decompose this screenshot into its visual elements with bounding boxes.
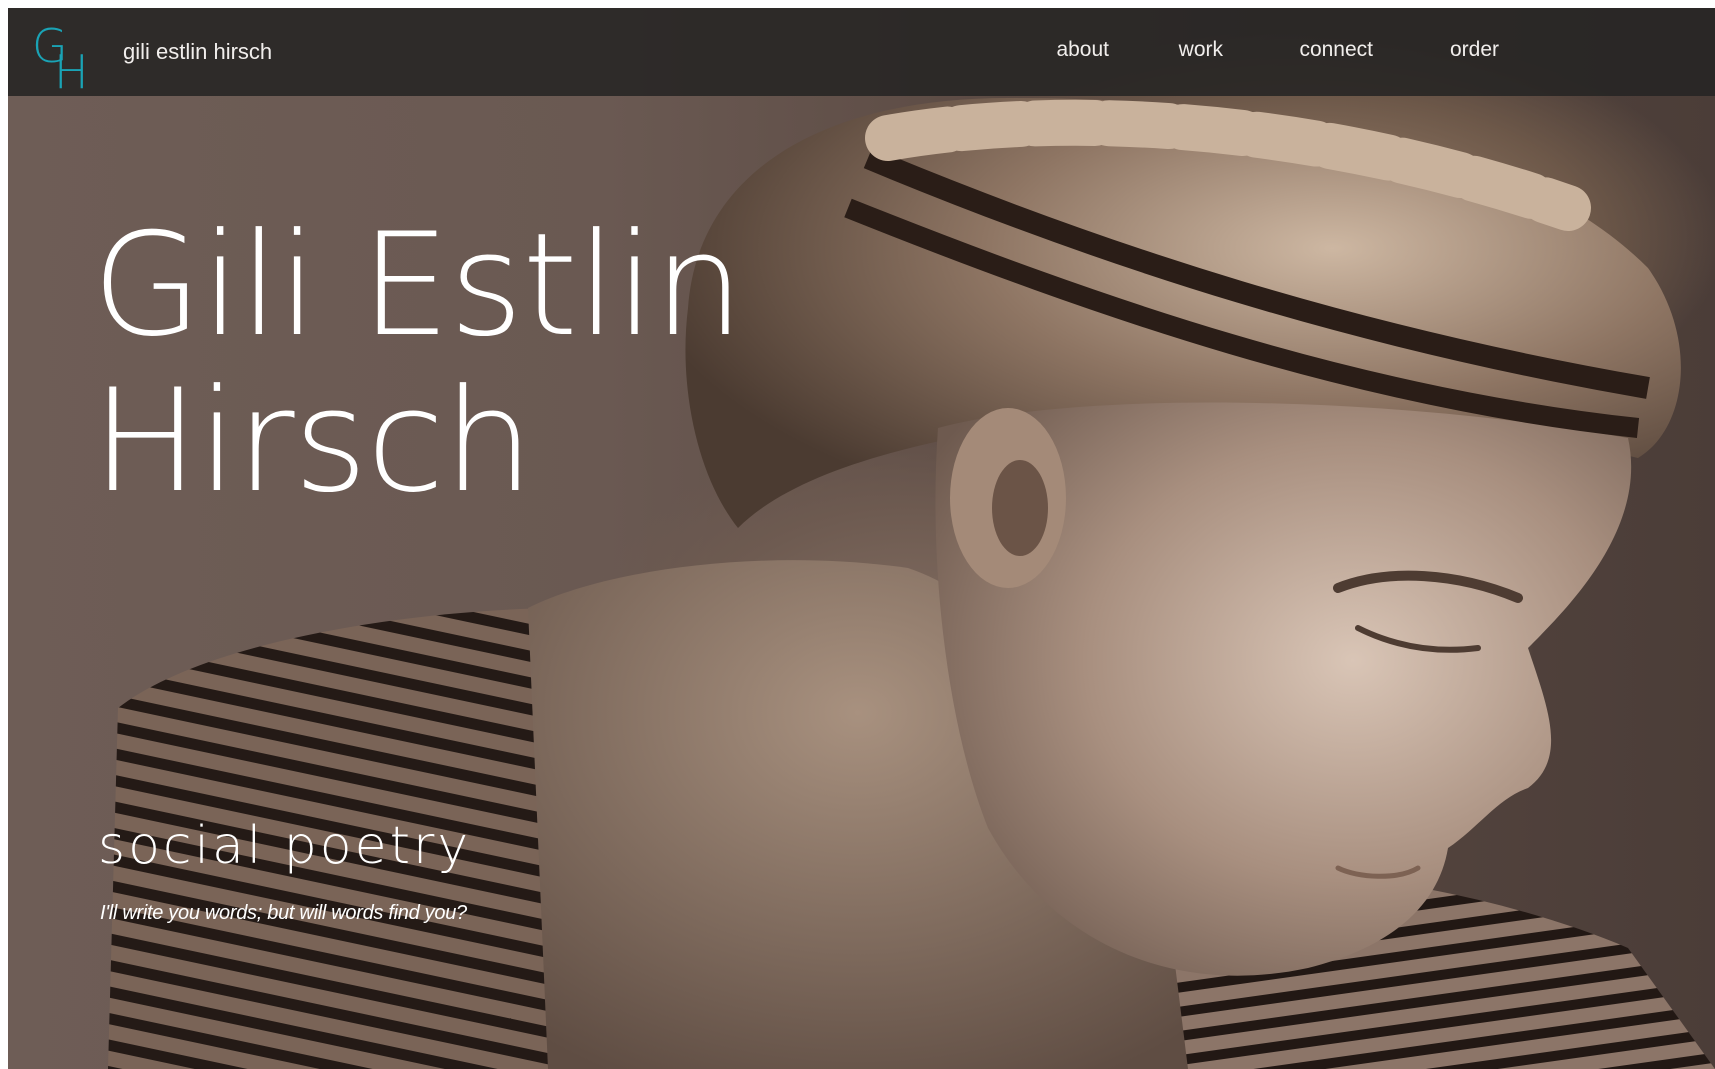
- hero-title-line-1: Gili Estlin: [92, 203, 744, 368]
- hero-title: Gili Estlin Hirsch: [92, 203, 744, 524]
- hero-title-line-2: Hirsch: [92, 359, 534, 524]
- hero-tagline: social poetry: [98, 816, 472, 876]
- nav-link-order[interactable]: order: [1450, 38, 1499, 62]
- top-navigation-bar: G H gili estlin hirsch about work connec…: [8, 8, 1715, 96]
- gh-logo-icon[interactable]: G H: [30, 18, 96, 90]
- nav-link-connect[interactable]: connect: [1299, 38, 1373, 62]
- site-name-link[interactable]: gili estlin hirsch: [123, 39, 272, 65]
- page-frame: G H gili estlin hirsch about work connec…: [8, 8, 1715, 1069]
- hero-subtagline: I'll write you words; but will words fin…: [100, 902, 467, 924]
- logo-letter-h: H: [54, 45, 89, 90]
- nav-link-about[interactable]: about: [1056, 38, 1109, 62]
- nav-link-work[interactable]: work: [1179, 38, 1223, 62]
